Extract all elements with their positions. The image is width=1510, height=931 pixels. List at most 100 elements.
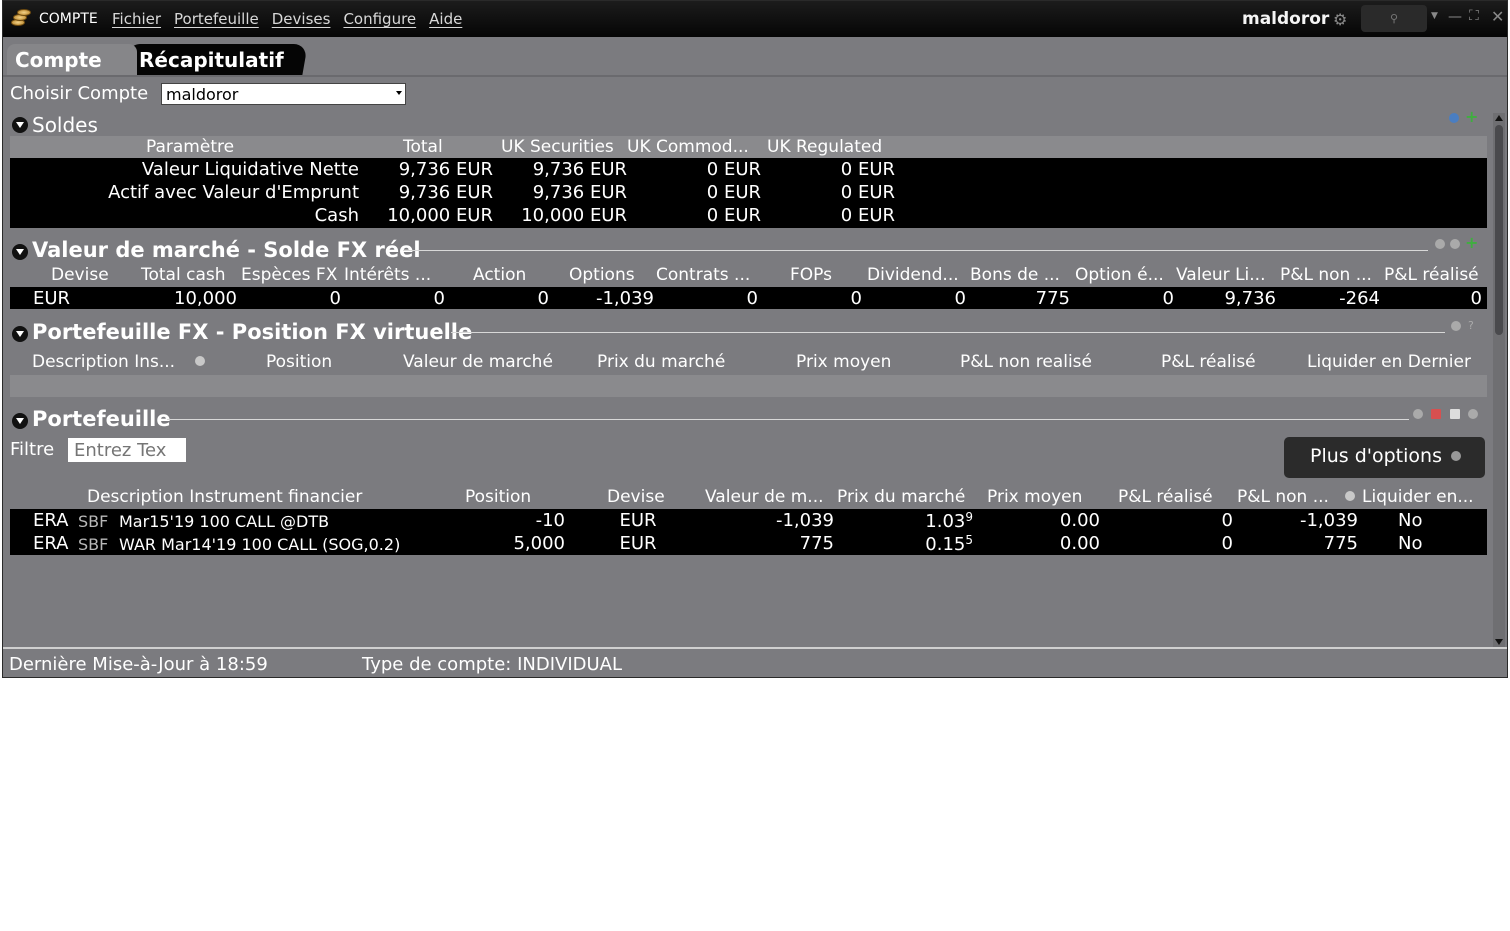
col-uk-regulated[interactable]: UK Regulated xyxy=(767,137,882,157)
gear-icon[interactable]: ⚙ xyxy=(1333,10,1347,29)
col-position[interactable]: Position xyxy=(465,487,531,507)
cell-devise: EUR xyxy=(619,510,657,531)
col-valeur-li[interactable]: Valeur Li... xyxy=(1176,265,1265,285)
cell-position: -10 xyxy=(535,510,565,531)
col-total-cash[interactable]: Total cash xyxy=(141,265,226,285)
collapse-portfolio-icon[interactable] xyxy=(12,413,28,429)
menu-fichier[interactable]: Fichier xyxy=(112,10,161,28)
col-valeur-marche[interactable]: Valeur de m... xyxy=(705,487,824,507)
col-uk-securities[interactable]: UK Securities xyxy=(501,137,614,157)
search-icon[interactable] xyxy=(1451,321,1461,331)
menu-aide[interactable]: Aide xyxy=(429,10,462,28)
cell-uk-regulated: 0 EUR xyxy=(840,182,895,203)
portfolio-title: Portefeuille xyxy=(32,407,171,431)
tab-compte[interactable]: Compte xyxy=(7,44,137,76)
help-icon[interactable] xyxy=(1449,113,1459,123)
last-update-status: Dernière Mise-à-Jour à 18:59 xyxy=(9,654,268,675)
col-prix-marche[interactable]: Prix du marché xyxy=(837,487,965,507)
menu-bar: Fichier Portefeuille Devises Configure A… xyxy=(112,10,462,28)
col-fx-prix-moyen[interactable]: Prix moyen xyxy=(796,352,891,372)
cell-pnl-non: -264 xyxy=(1339,288,1380,309)
col-fx-pnl-non[interactable]: P&L non realisé xyxy=(960,352,1092,372)
cell-devise: EUR xyxy=(619,533,657,554)
col-fx-position[interactable]: Position xyxy=(266,352,332,372)
col-devise[interactable]: Devise xyxy=(607,487,665,507)
col-pnl-non[interactable]: P&L non ... xyxy=(1237,487,1329,507)
scroll-thumb[interactable] xyxy=(1495,125,1503,335)
cell-uk-securities: 9,736 EUR xyxy=(532,182,627,203)
help-icon[interactable] xyxy=(1450,239,1460,249)
cell-exchange: SBF xyxy=(78,512,109,531)
col-total[interactable]: Total xyxy=(403,137,443,157)
cell-liquider: No xyxy=(1398,510,1423,531)
sort-icon[interactable] xyxy=(195,356,205,366)
cell-total: 9,736 EUR xyxy=(398,159,493,180)
col-fops[interactable]: FOPs xyxy=(790,265,832,285)
col-fx-liquider[interactable]: Liquider en Dernier xyxy=(1307,352,1471,372)
menu-portefeuille[interactable]: Portefeuille xyxy=(174,10,259,28)
menu-configure[interactable]: Configure xyxy=(343,10,416,28)
search-icon[interactable] xyxy=(1435,239,1445,249)
more-options-button[interactable]: Plus d'options xyxy=(1284,437,1485,478)
col-liquider[interactable]: Liquider en... xyxy=(1362,487,1474,507)
link-icon[interactable]: ⚲ xyxy=(1361,5,1427,32)
help-icon[interactable]: ? xyxy=(1468,319,1474,332)
collapse-fx-icon[interactable] xyxy=(12,326,28,342)
col-pnl-non[interactable]: P&L non ... xyxy=(1280,265,1372,285)
chevron-down-icon[interactable]: ▼ xyxy=(1431,11,1438,21)
cell-prix-moyen: 0.00 xyxy=(1059,533,1100,554)
cell-pnl-realise: 0 xyxy=(1470,288,1482,309)
add-icon[interactable]: + xyxy=(1465,233,1478,252)
col-devise[interactable]: Devise xyxy=(51,265,109,285)
col-pnl-realise[interactable]: P&L réalisé xyxy=(1118,487,1213,507)
col-fx-prix-marche[interactable]: Prix du marché xyxy=(597,352,725,372)
col-fx-valeur[interactable]: Valeur de marché xyxy=(403,352,553,372)
market-title: Valeur de marché - Solde FX réel xyxy=(32,238,421,262)
sort-icon[interactable] xyxy=(1345,491,1355,501)
cell-devise: EUR xyxy=(33,288,71,309)
col-especes-fx[interactable]: Espèces FX xyxy=(241,265,337,285)
col-uk-commod[interactable]: UK Commod... xyxy=(627,137,749,157)
cell-uk-securities: 10,000 EUR xyxy=(521,205,627,226)
collapse-market-icon[interactable] xyxy=(12,244,28,260)
search-icon[interactable] xyxy=(1413,409,1423,419)
col-contrats[interactable]: Contrats ... xyxy=(656,265,750,285)
col-pnl-realise[interactable]: P&L réalisé xyxy=(1384,265,1479,285)
menu-devises[interactable]: Devises xyxy=(272,10,331,28)
cell-contrats: 0 xyxy=(746,288,758,309)
col-option-e[interactable]: Option é... xyxy=(1075,265,1164,285)
col-parametre[interactable]: Paramètre xyxy=(146,137,234,157)
cell-action: 0 xyxy=(537,288,549,309)
cell-param: Valeur Liquidative Nette xyxy=(141,159,359,180)
market-divider xyxy=(403,250,1428,251)
col-fx-pnl-realise[interactable]: P&L réalisé xyxy=(1161,352,1256,372)
col-description[interactable]: Description Instrument financier xyxy=(87,487,362,507)
col-bons[interactable]: Bons de ... xyxy=(970,265,1060,285)
help-icon[interactable] xyxy=(1468,409,1478,419)
window-icon[interactable] xyxy=(1450,409,1460,419)
cell-prix-main: 1.03 xyxy=(925,511,966,532)
minimize-icon[interactable]: — xyxy=(1448,9,1462,25)
col-interets[interactable]: Intérêts ... xyxy=(344,265,431,285)
calendar-icon[interactable] xyxy=(1431,409,1441,419)
close-icon[interactable]: ✕ xyxy=(1491,7,1504,26)
add-icon[interactable]: + xyxy=(1465,107,1478,126)
maximize-icon[interactable]: ⛶ xyxy=(1469,8,1479,24)
cell-param: Cash xyxy=(314,205,359,226)
col-fx-description[interactable]: Description Ins... xyxy=(32,352,175,372)
col-options[interactable]: Options xyxy=(569,265,635,285)
filter-input[interactable] xyxy=(68,438,186,462)
tab-recapitulatif[interactable]: Récapitulatif xyxy=(124,44,308,76)
col-action[interactable]: Action xyxy=(473,265,526,285)
scroll-down-icon[interactable] xyxy=(1495,639,1503,645)
scroll-up-icon[interactable] xyxy=(1495,115,1503,121)
vertical-scrollbar[interactable] xyxy=(1493,113,1505,647)
account-select[interactable]: maldoror xyxy=(161,83,406,105)
col-prix-moyen[interactable]: Prix moyen xyxy=(987,487,1082,507)
cell-position: 5,000 xyxy=(513,533,565,554)
col-dividend[interactable]: Dividend... xyxy=(867,265,959,285)
soldes-title: Soldes xyxy=(32,113,98,137)
cell-uk-commod: 0 EUR xyxy=(706,205,761,226)
cell-total-cash: 10,000 xyxy=(174,288,237,309)
collapse-soldes-icon[interactable] xyxy=(12,117,28,133)
